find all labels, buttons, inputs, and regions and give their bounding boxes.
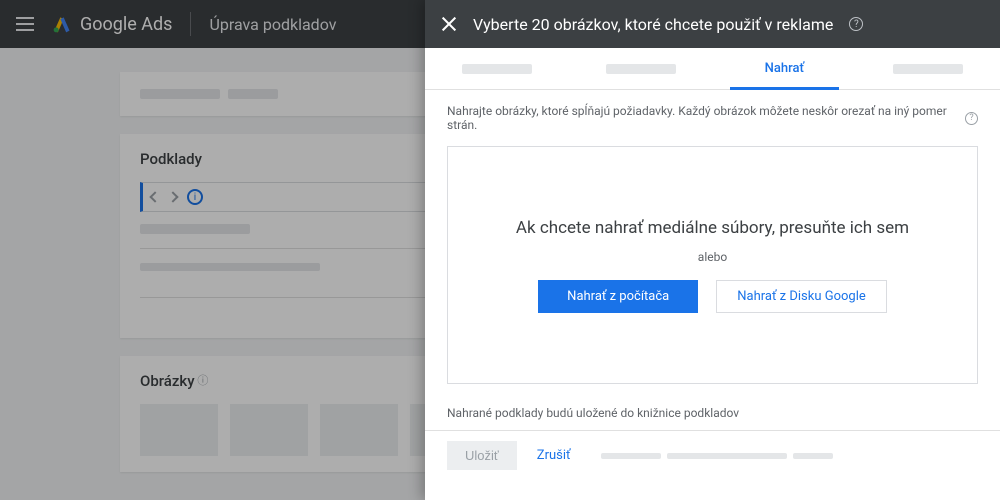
modal-title: Vyberte 20 obrázkov, ktoré chcete použiť… [473, 15, 833, 34]
page-subtitle: Úprava podkladov [190, 12, 336, 36]
upload-hint: Nahrajte obrázky, ktoré spĺňajú požiadav… [447, 104, 959, 132]
help-icon[interactable]: ? [849, 17, 863, 31]
image-picker-modal: Vyberte 20 obrázkov, ktoré chcete použiť… [425, 0, 1000, 500]
tab-placeholder-3[interactable] [856, 48, 1000, 89]
dropzone-title: Ak chcete nahrať mediálne súbory, presuň… [516, 218, 909, 238]
upload-from-drive-button[interactable]: Nahrať z Disku Google [716, 280, 887, 313]
help-icon[interactable]: ? [965, 112, 978, 125]
info-icon: i [187, 189, 203, 205]
upload-from-computer-button[interactable]: Nahrať z počítača [538, 280, 698, 313]
tab-placeholder-1[interactable] [425, 48, 569, 89]
product-name: Google Ads [80, 14, 172, 35]
dropzone-or: alebo [698, 250, 727, 264]
footer-note: Nahrané podklady budú uložené do knižnic… [425, 392, 1000, 426]
section-title-images: Obrázky [140, 372, 195, 390]
product-logo: Google Ads [52, 14, 172, 35]
tab-upload[interactable]: Nahrať [713, 48, 857, 89]
menu-icon [16, 17, 34, 31]
tabs: Nahrať [425, 48, 1000, 90]
footer-placeholder [601, 453, 833, 459]
tab-placeholder-2[interactable] [569, 48, 713, 89]
cancel-button[interactable]: Zrušiť [537, 448, 571, 463]
save-button[interactable]: Uložiť [447, 441, 517, 470]
upload-dropzone[interactable]: Ak chcete nahrať mediálne súbory, presuň… [447, 146, 978, 384]
close-icon[interactable] [441, 16, 457, 32]
